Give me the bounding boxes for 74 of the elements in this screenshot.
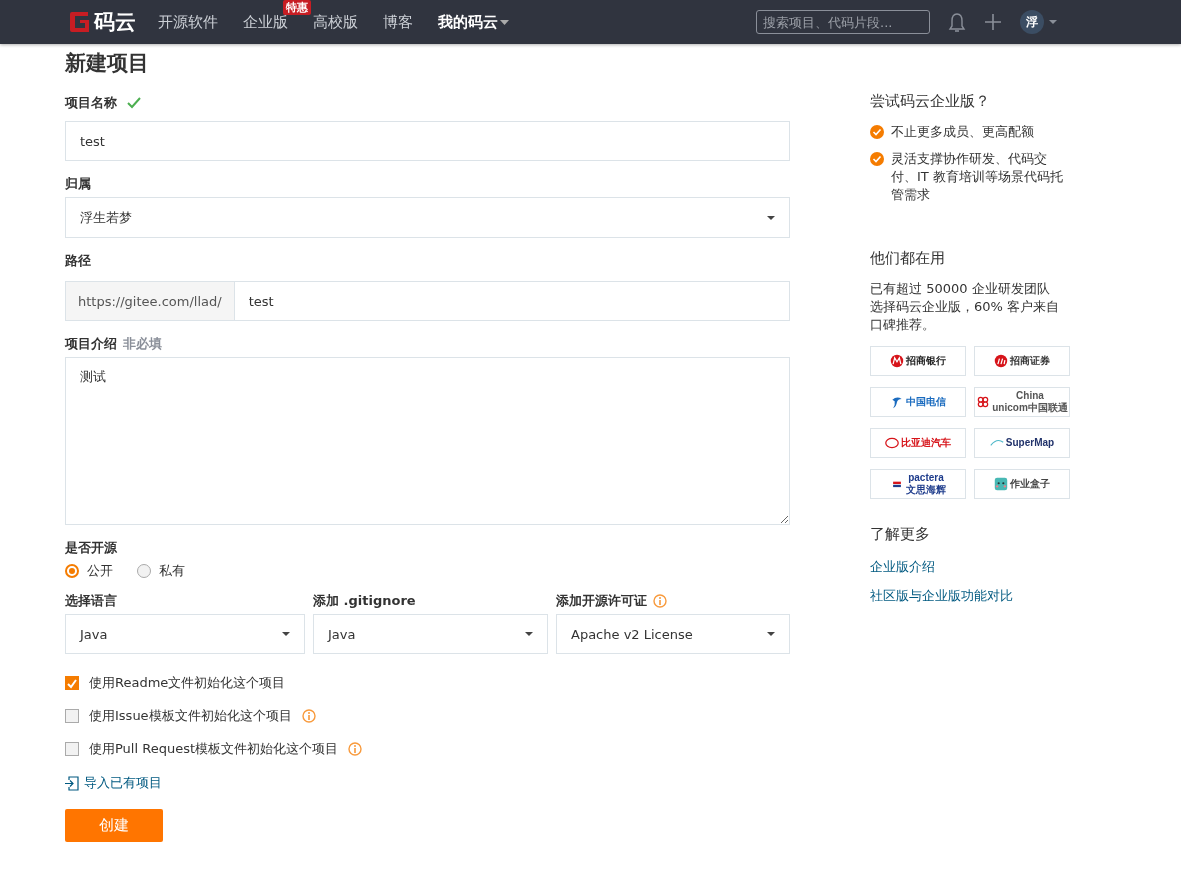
text-input[interactable]: test [65,121,790,161]
field-label: 路径 [65,251,91,270]
nav-link[interactable]: 开源软件 [158,12,218,32]
section-title: 尝试码云企业版？ [870,92,991,111]
logo-text: 中国电信 [906,396,946,408]
nav-link[interactable]: 我的码云 [438,12,498,32]
checkbox-label: 使用Readme文件初始化这个项目 [89,674,286,692]
logo-text: unicom中国联通 [992,402,1068,414]
section-title: 了解更多 [870,525,931,544]
brand-logo-icon [68,11,90,33]
checkbox-label: 使用Issue模板文件初始化这个项目 [89,707,292,725]
radio-button[interactable] [137,564,151,578]
bell-icon [948,11,966,33]
logo-text: China [1016,390,1044,402]
logo-text: 作业盒子 [1010,478,1050,490]
sidebar-link[interactable]: 企业版介绍 [870,558,1065,576]
feature-text: 不止更多成员、更高配额 [891,123,1034,141]
logo-text: 文思海辉 [906,484,946,496]
logo-emblem-icon [976,395,991,409]
search-field[interactable]: 搜索项目、代码片段... [756,10,930,34]
field-label: 是否开源 [65,538,117,557]
page-title: 新建项目 [65,50,150,76]
field-label: 添加 .gitignore [313,591,416,610]
logo-emblem-icon [890,395,904,409]
plus-icon [984,13,1002,31]
logo-emblem-icon [994,477,1008,491]
checkbox[interactable] [65,742,79,756]
logo-text: 比亚迪汽车 [901,437,951,449]
check-icon [66,677,78,689]
radio-label: 私有 [159,562,185,580]
field-label: 添加开源许可证 [556,591,647,610]
optional-hint: 非必填 [123,334,162,353]
dropdown[interactable]: 浮生若梦 [65,197,790,238]
import-link[interactable]: 导入已有项目 [84,774,162,792]
field-label: 项目名称 [65,93,117,112]
checkbox[interactable] [65,709,79,723]
checkbox-label: 使用Pull Request模板文件初始化这个项目 [89,740,338,758]
feature-text: 灵活支撑协作研发、代码交付、IT 教育培训等场景代码托管需求 [891,150,1064,204]
info-text: 已有超过 50000 企业研发团队选择码云企业版，60% 客户来自口碑推荐。 [870,280,1060,334]
text-input[interactable]: test [234,281,790,321]
sidebar-link[interactable]: 社区版与企业版功能对比 [870,587,1065,605]
logo-text: 招商银行 [906,355,946,367]
logo-emblem-icon [890,354,904,368]
logo-text: pactera [908,472,944,484]
radio-button[interactable] [65,564,79,578]
checkbox[interactable] [65,676,79,690]
field-label: 归属 [65,174,91,193]
promo-badge: 特惠 [283,0,311,15]
caret-icon [1049,20,1057,24]
check-icon [870,152,884,166]
caret-icon [767,215,775,220]
nav-link[interactable]: 高校版 [313,12,358,32]
nav-link[interactable]: 企业版 [243,12,288,32]
check-icon [870,125,884,139]
caret-icon [525,632,533,636]
description-textarea[interactable]: 测试 [65,357,790,525]
radio-label: 公开 [87,562,113,580]
import-icon [65,775,79,791]
logo-emblem-icon [885,436,899,450]
nav-link[interactable]: 博客 [383,12,413,32]
brand-name[interactable]: 码云 [94,8,136,36]
field-label: 项目介绍 [65,334,117,353]
dropdown[interactable]: Java [65,614,305,654]
field-label: 选择语言 [65,591,117,610]
user-avatar[interactable]: 浮 [1020,10,1044,34]
section-title: 他们都在用 [870,249,946,268]
caret-icon [282,632,290,636]
dropdown[interactable]: Apache v2 License [556,614,790,654]
logo-text: SuperMap [1005,437,1055,449]
url-prefix: https://gitee.com/llad/ [65,281,235,321]
logo-text: 招商证券 [1010,355,1050,367]
logo-emblem-icon [994,354,1008,368]
dropdown[interactable]: Java [313,614,548,654]
caret-icon [767,632,775,636]
